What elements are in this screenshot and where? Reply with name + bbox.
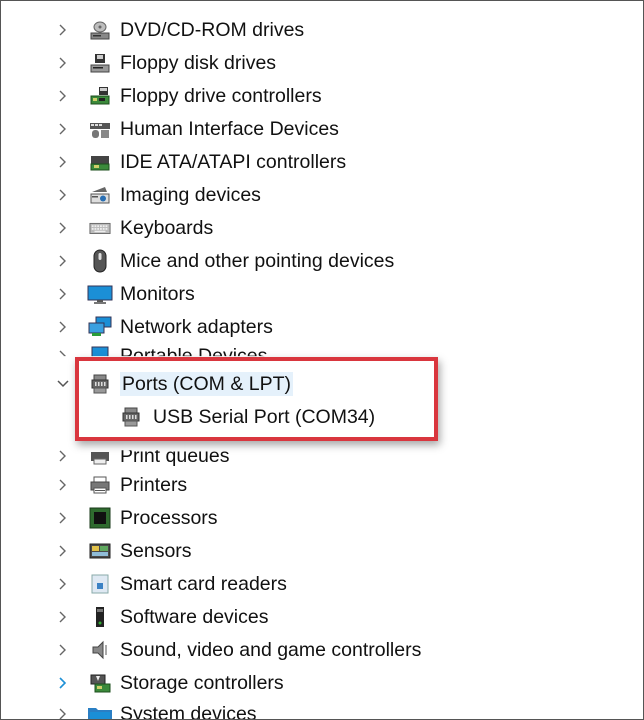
chevron-right-icon[interactable] xyxy=(55,86,71,106)
processor-icon xyxy=(89,507,111,529)
chevron-right-icon[interactable] xyxy=(55,607,71,627)
storage-controller-icon xyxy=(89,672,111,694)
highlight-annotation-box xyxy=(75,357,438,441)
highlight-border-bottom xyxy=(75,437,438,441)
print-queue-icon xyxy=(89,450,111,466)
hid-icon xyxy=(89,118,111,140)
ide-controller-icon xyxy=(89,151,111,173)
tree-item-label: Floppy disk drives xyxy=(120,51,277,74)
tree-item-human-interface-devices[interactable]: Human Interface Devices xyxy=(1,112,601,145)
tree-item-label: Human Interface Devices xyxy=(120,117,339,140)
chevron-down-icon[interactable] xyxy=(55,374,71,394)
device-manager-tree: DVD/CD-ROM drives Floppy disk drives Flo… xyxy=(0,0,644,720)
chevron-right-icon[interactable] xyxy=(55,20,71,40)
tree-item-label: Printers xyxy=(120,473,188,496)
tree-item-floppy-disk-drives[interactable]: Floppy disk drives xyxy=(1,46,601,79)
chevron-right-icon[interactable] xyxy=(55,53,71,73)
tree-item-processors[interactable]: Processors xyxy=(1,501,601,534)
chevron-right-icon[interactable] xyxy=(55,574,71,594)
tree-item-dvd-cd-rom-drives[interactable]: DVD/CD-ROM drives xyxy=(1,13,601,46)
printer-icon xyxy=(89,474,111,496)
chevron-right-icon[interactable] xyxy=(55,218,71,238)
tree-item-system-devices[interactable]: System devices xyxy=(1,697,601,720)
imaging-device-icon xyxy=(89,184,111,206)
floppy-controller-icon xyxy=(89,85,111,107)
tree-item-label: Sensors xyxy=(120,539,192,562)
tree-item-label: Smart card readers xyxy=(120,572,287,595)
tree-item-storage-controllers[interactable]: Storage controllers xyxy=(1,666,601,699)
tree-item-label: DVD/CD-ROM drives xyxy=(120,18,305,41)
floppy-disk-icon xyxy=(89,52,111,74)
tree-item-sensors[interactable]: Sensors xyxy=(1,534,601,567)
tree-item-smart-card-readers[interactable]: Smart card readers xyxy=(1,567,601,600)
tree-item-label: System devices xyxy=(120,702,257,720)
tree-item-label: Processors xyxy=(120,506,218,529)
tree-item-label: Storage controllers xyxy=(120,671,284,694)
chevron-right-icon[interactable] xyxy=(55,541,71,561)
tree-item-label: Software devices xyxy=(120,605,269,628)
tree-item-sound-video-game-controllers[interactable]: Sound, video and game controllers xyxy=(1,633,601,666)
chevron-right-icon[interactable] xyxy=(55,284,71,304)
tree-item-monitors[interactable]: Monitors xyxy=(1,277,601,310)
chevron-right-icon[interactable] xyxy=(55,673,71,693)
chevron-right-icon[interactable] xyxy=(55,475,71,495)
tree-item-imaging-devices[interactable]: Imaging devices xyxy=(1,178,601,211)
tree-item-software-devices[interactable]: Software devices xyxy=(1,600,601,633)
tree-item-label: Print queues xyxy=(120,444,230,467)
tree-item-label: Mice and other pointing devices xyxy=(120,249,395,272)
dvd-drive-icon xyxy=(89,19,111,41)
chevron-right-icon[interactable] xyxy=(55,251,71,271)
tree-item-label: Network adapters xyxy=(120,315,273,338)
tree-item-label: Keyboards xyxy=(120,216,214,239)
software-device-icon xyxy=(89,606,111,628)
chevron-right-icon[interactable] xyxy=(55,450,71,465)
chevron-right-icon[interactable] xyxy=(55,119,71,139)
network-adapter-icon xyxy=(87,316,113,338)
monitor-icon xyxy=(87,283,113,305)
chevron-right-icon[interactable] xyxy=(55,704,71,720)
tree-item-label: IDE ATA/ATAPI controllers xyxy=(120,150,347,173)
smart-card-reader-icon xyxy=(89,573,111,595)
tree-item-label: Imaging devices xyxy=(120,183,261,206)
mouse-icon xyxy=(89,249,111,272)
sound-controller-icon xyxy=(89,639,111,661)
tree-item-floppy-drive-controllers[interactable]: Floppy drive controllers xyxy=(1,79,601,112)
tree-item-label: Sound, video and game controllers xyxy=(120,638,422,661)
tree-item-printers[interactable]: Printers xyxy=(1,468,601,501)
chevron-right-icon[interactable] xyxy=(55,152,71,172)
tree-item-keyboards[interactable]: Keyboards xyxy=(1,211,601,244)
sensor-icon xyxy=(89,540,111,562)
tree-item-ide-ata-atapi-controllers[interactable]: IDE ATA/ATAPI controllers xyxy=(1,145,601,178)
chevron-right-icon[interactable] xyxy=(55,185,71,205)
tree-item-network-adapters[interactable]: Network adapters xyxy=(1,310,601,343)
chevron-right-icon[interactable] xyxy=(55,346,71,357)
chevron-right-icon[interactable] xyxy=(55,508,71,528)
chevron-right-icon[interactable] xyxy=(55,317,71,337)
chevron-right-icon[interactable] xyxy=(55,640,71,660)
keyboard-icon xyxy=(89,217,111,239)
tree-item-label: Floppy drive controllers xyxy=(120,84,322,107)
tree-item-mice-pointing-devices[interactable]: Mice and other pointing devices xyxy=(1,244,601,277)
tree-item-label: Monitors xyxy=(120,282,195,305)
system-device-icon xyxy=(87,703,113,719)
